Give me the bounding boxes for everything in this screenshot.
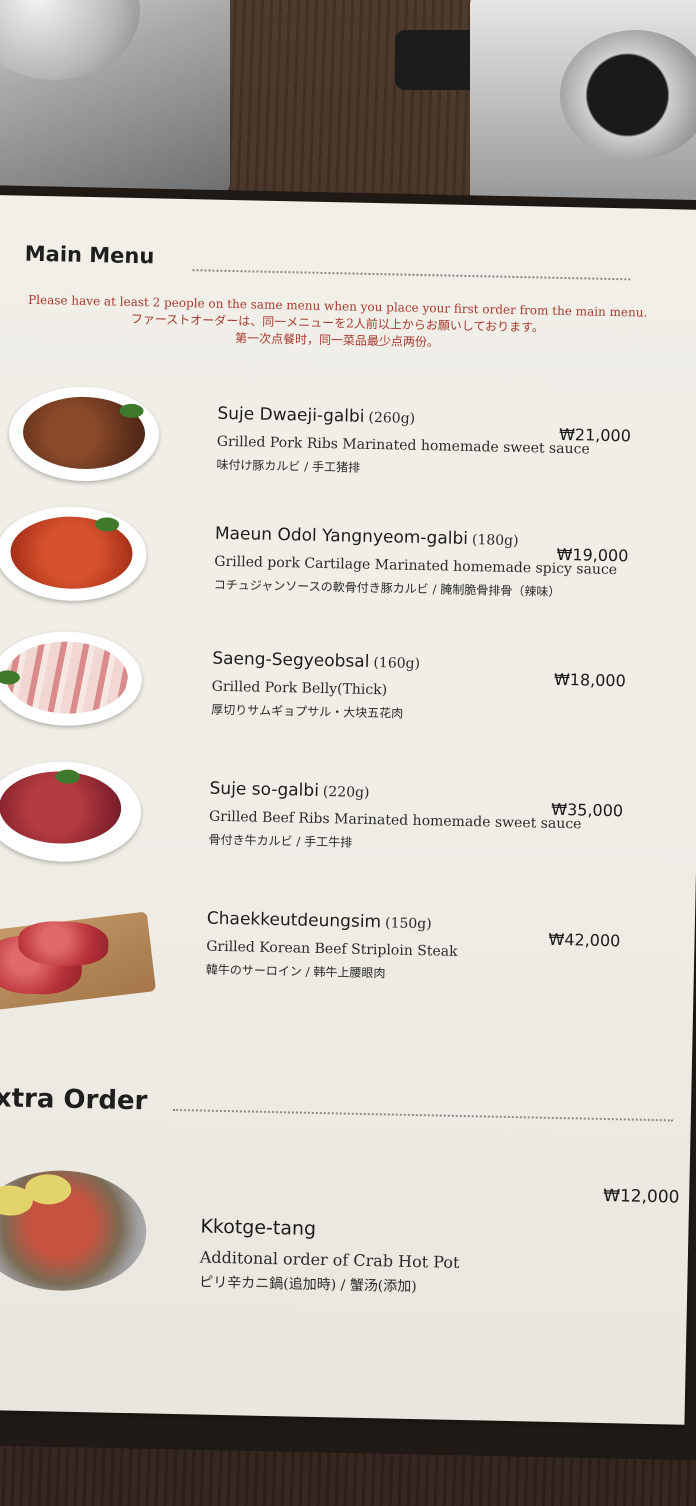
menu-page: Main Menu Please have at least 2 people … (0, 195, 696, 1425)
item-description: Grilled Beef Ribs Marinated homemade swe… (208, 808, 582, 833)
item-description: Grilled Pork Belly(Thick) (211, 678, 388, 699)
item-name: Suje so-galbi (220g) (209, 778, 370, 801)
main-menu-title: Main Menu (24, 241, 155, 269)
item-price: ₩18,000 (553, 669, 626, 691)
pork-ribs-plate-icon (8, 385, 160, 483)
item-name: Maeun Odol Yangnyeom-galbi (180g) (214, 523, 519, 550)
item-weight: (260g) (368, 409, 416, 427)
crab-hot-pot-icon (0, 1168, 148, 1293)
item-weight: (160g) (373, 655, 421, 673)
item-description: Grilled Pork Ribs Marinated homemade swe… (216, 433, 590, 458)
item-description: Additonal order of Crab Hot Pot (199, 1247, 460, 1272)
photo-scene: Main Menu Please have at least 2 people … (0, 0, 696, 1506)
menu-item: Chaekkeutdeungsim (150g) ₩42,000 Grilled … (0, 890, 695, 1035)
item-subtitle: コチュジャンソースの軟骨付き豚カルビ / 腌制脆骨排骨（辣味） (213, 577, 561, 599)
item-weight: (150g) (384, 915, 432, 933)
title-dotted-rule (192, 269, 631, 281)
item-price: ₩12,000 (602, 1185, 680, 1208)
menu-item: Kkotge-tang ₩12,000 Additonal order of C… (0, 1155, 690, 1320)
item-subtitle: 味付け豚カルビ / 手工猪排 (216, 457, 361, 475)
beef-ribs-plate-icon (0, 759, 143, 864)
item-name: Chaekkeutdeungsim (150g) (206, 908, 432, 933)
item-price: ₩42,000 (548, 929, 621, 951)
menu-item: Suje so-galbi (220g) ₩35,000 Grilled Beef… (0, 759, 696, 895)
item-weight: (180g) (471, 532, 519, 550)
item-name: Saeng-Segyeobsal (160g) (212, 648, 421, 673)
item-subtitle: 厚切りサムギョプサル・大块五花肉 (211, 702, 404, 721)
menu-item: Maeun Odol Yangnyeom-galbi (180g) ₩19,000… (0, 505, 696, 640)
pork-belly-plate-icon (0, 630, 143, 728)
item-weight: (220g) (322, 784, 370, 801)
item-name: Kkotge-tang (200, 1215, 317, 1240)
extra-order-title: Extra Order (0, 1082, 148, 1117)
order-notice: Please have at least 2 people on the sam… (27, 292, 648, 356)
item-name: Suje Dwaeji-galbi (260g) (217, 403, 416, 427)
spicy-pork-plate-icon (0, 505, 148, 603)
item-subtitle: 韓牛のサーロイン / 韩牛上腰眼肉 (205, 962, 386, 981)
item-subtitle: ピリ辛カニ鍋(追加時) / 蟹汤(添加) (199, 1274, 417, 1296)
menu-item: Saeng-Segyeobsal (160g) ₩18,000 Grilled P… (0, 630, 696, 765)
item-description: Grilled Korean Beef Striploin Steak (206, 938, 458, 960)
extra-dotted-rule (172, 1108, 673, 1122)
item-subtitle: 骨付き牛カルビ / 手工牛排 (208, 832, 353, 850)
menu-item: Suje Dwaeji-galbi (260g) ₩21,000 Grilled … (0, 385, 696, 520)
